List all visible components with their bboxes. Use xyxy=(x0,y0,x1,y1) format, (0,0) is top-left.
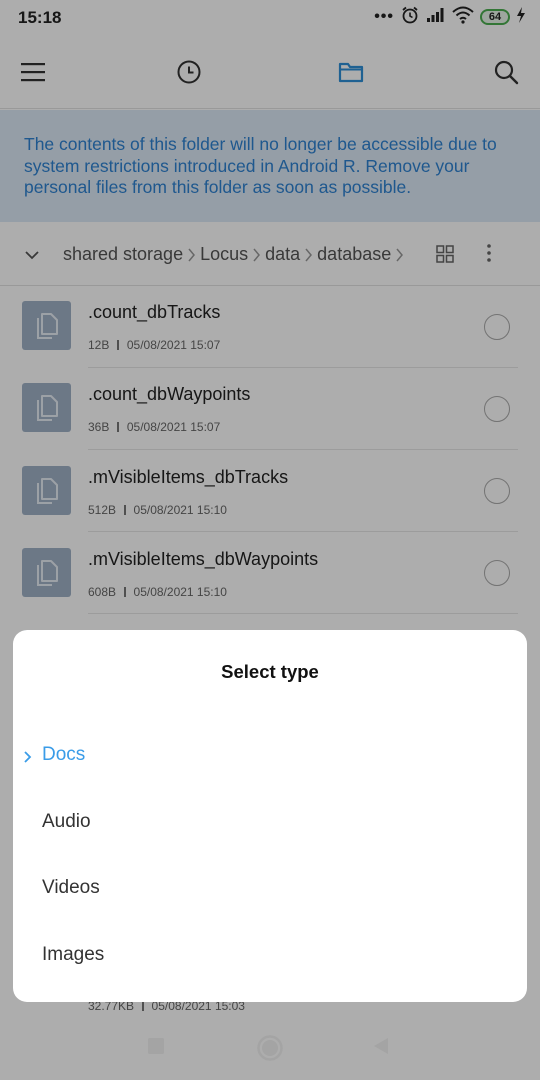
option-label: Audio xyxy=(42,811,91,832)
option-docs[interactable]: Docs xyxy=(13,727,527,787)
dialog-title: Select type xyxy=(221,661,319,682)
option-label: Videos xyxy=(42,877,100,898)
select-type-dialog: Select type Docs Audio Videos Images xyxy=(13,630,527,1002)
option-label: Images xyxy=(42,944,105,965)
option-label: Docs xyxy=(42,744,86,765)
option-images[interactable]: Images xyxy=(13,927,527,987)
option-videos[interactable]: Videos xyxy=(13,860,527,920)
option-audio[interactable]: Audio xyxy=(13,794,527,854)
selected-chevron-icon xyxy=(23,750,32,769)
